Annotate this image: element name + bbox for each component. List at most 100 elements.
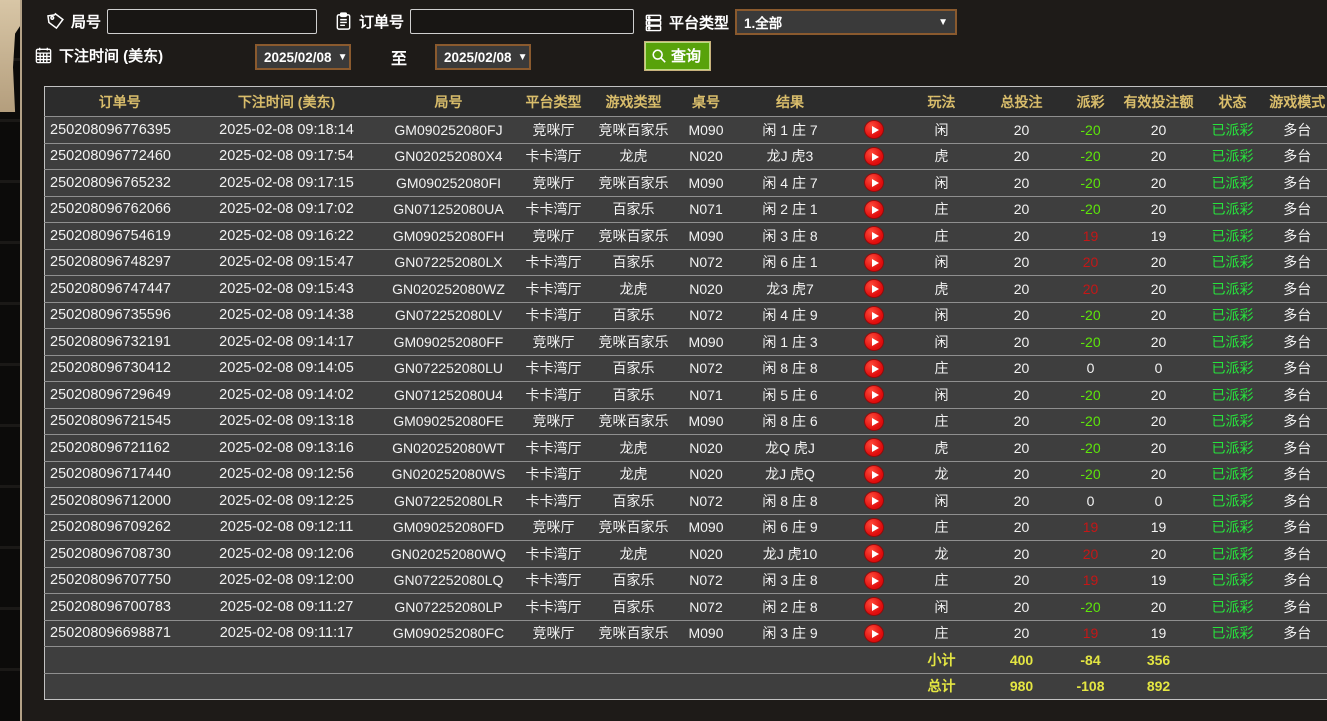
round-label: 局号 <box>71 14 102 31</box>
cell-order-no: 250208096732191 <box>44 328 195 355</box>
cell-platform: 卡卡湾厅 <box>518 593 589 620</box>
cell-game-mode: 多台 <box>1267 460 1327 488</box>
play-video-icon[interactable] <box>864 438 884 458</box>
cell-bet-time: 2025-02-08 09:11:17 <box>194 619 379 647</box>
col-platform: 平台类型 <box>518 86 589 117</box>
cell-payout: -20 <box>1061 301 1120 329</box>
cell-round-no: GN072252080LQ <box>378 566 519 594</box>
play-video-icon[interactable] <box>864 491 884 511</box>
cell-game-mode: 多台 <box>1267 301 1327 329</box>
cell-replay <box>846 142 902 170</box>
search-button-label: 查询 <box>671 48 702 65</box>
cell-order-no: 250208096707750 <box>44 566 195 594</box>
cell-game-mode: 多台 <box>1267 513 1327 541</box>
play-video-icon[interactable] <box>864 517 884 537</box>
cell-payout: -20 <box>1061 169 1120 196</box>
cell-order-no: 250208096776395 <box>44 116 195 143</box>
play-video-icon[interactable] <box>864 385 884 405</box>
cell-table-no: M090 <box>678 513 734 541</box>
cell-replay <box>846 275 902 302</box>
cell-play: 虎 <box>901 434 982 461</box>
play-video-icon[interactable] <box>864 411 884 431</box>
table-header-row: 订单号 下注时间 (美东) 局号 平台类型 游戏类型 桌号 结果 玩法 总投注 … <box>44 86 1327 117</box>
play-video-icon[interactable] <box>864 623 884 643</box>
col-total-bet: 总投注 <box>981 86 1062 117</box>
play-video-icon[interactable] <box>864 279 884 299</box>
cell-replay <box>846 566 902 594</box>
cell-game-mode: 多台 <box>1267 381 1327 408</box>
cell-platform: 卡卡湾厅 <box>518 301 589 329</box>
cell-status: 已派彩 <box>1197 301 1268 329</box>
play-video-icon[interactable] <box>864 120 884 140</box>
cell-platform: 竞咪厅 <box>518 619 589 647</box>
cell-valid-bet: 0 <box>1119 354 1198 382</box>
cell-payout: 19 <box>1061 222 1120 249</box>
cell-total-bet: 20 <box>981 354 1062 382</box>
play-video-icon[interactable] <box>864 358 884 378</box>
play-video-icon[interactable] <box>864 570 884 590</box>
cell-platform: 卡卡湾厅 <box>518 566 589 594</box>
date-from-select[interactable]: 2025/02/08 ▼ <box>255 44 351 70</box>
cell-payout: -20 <box>1061 142 1120 170</box>
cell-platform: 竞咪厅 <box>518 513 589 541</box>
cell-payout: 19 <box>1061 513 1120 541</box>
cell-game-type: 竞咪百家乐 <box>588 222 679 249</box>
cell-status: 已派彩 <box>1197 434 1268 461</box>
cell-result: 龙J 虎3 <box>733 142 847 170</box>
round-input[interactable] <box>107 9 318 34</box>
cell-payout: 20 <box>1061 540 1120 567</box>
cell-payout: -20 <box>1061 460 1120 488</box>
col-payout: 派彩 <box>1061 86 1120 117</box>
cell-order-no: 250208096754619 <box>44 222 195 249</box>
order-input[interactable] <box>410 9 635 34</box>
cell-game-type: 百家乐 <box>588 354 679 382</box>
cell-game-type: 百家乐 <box>588 566 679 594</box>
play-video-icon[interactable] <box>864 226 884 246</box>
cell-game-type: 龙虎 <box>588 275 679 302</box>
cell-bet-time: 2025-02-08 09:13:16 <box>194 434 379 461</box>
play-video-icon[interactable] <box>864 173 884 193</box>
date-to-select[interactable]: 2025/02/08 ▼ <box>435 44 531 70</box>
cell-total-bet: 20 <box>981 301 1062 329</box>
cell-platform: 竞咪厅 <box>518 328 589 355</box>
cell-platform: 竞咪厅 <box>518 222 589 249</box>
subtotal-label: 小计 <box>901 646 982 673</box>
cell-result: 龙Q 虎J <box>733 434 847 461</box>
cell-game-type: 百家乐 <box>588 301 679 329</box>
cell-order-no: 250208096762066 <box>44 195 195 223</box>
platform-select[interactable]: 1.全部 ▼ <box>735 9 958 35</box>
cell-order-no: 250208096721162 <box>44 434 195 461</box>
cell-total-bet: 20 <box>981 434 1062 461</box>
cell-play: 庄 <box>901 222 982 249</box>
cell-result: 龙J 虎10 <box>733 540 847 567</box>
play-video-icon[interactable] <box>864 332 884 352</box>
cell-replay <box>846 195 902 223</box>
play-video-icon[interactable] <box>864 305 884 325</box>
cell-status: 已派彩 <box>1197 487 1268 514</box>
order-row: 250208096748297 2025-02-08 09:15:47 GN07… <box>44 248 1327 276</box>
cell-bet-time: 2025-02-08 09:14:17 <box>194 328 379 355</box>
server-stack-icon <box>644 13 663 32</box>
order-row: 250208096712000 2025-02-08 09:12:25 GN07… <box>44 487 1327 514</box>
cell-result: 闲 3 庄 9 <box>733 619 847 647</box>
cell-result: 闲 8 庄 6 <box>733 407 847 435</box>
cell-payout: -20 <box>1061 593 1120 620</box>
play-video-icon[interactable] <box>864 146 884 166</box>
play-video-icon[interactable] <box>864 544 884 564</box>
search-button[interactable]: 查询 <box>644 41 712 71</box>
play-video-icon[interactable] <box>864 464 884 484</box>
cell-order-no: 250208096748297 <box>44 248 195 276</box>
cell-order-no: 250208096721545 <box>44 407 195 435</box>
cell-play: 闲 <box>901 301 982 329</box>
cell-table-no: N072 <box>678 593 734 620</box>
cell-payout: 0 <box>1061 354 1120 382</box>
cell-replay <box>846 540 902 567</box>
cell-result: 闲 1 庄 7 <box>733 116 847 143</box>
cell-valid-bet: 20 <box>1119 460 1198 488</box>
cell-payout: -20 <box>1061 434 1120 461</box>
play-video-icon[interactable] <box>864 252 884 272</box>
cell-replay <box>846 301 902 329</box>
play-video-icon[interactable] <box>864 597 884 617</box>
play-video-icon[interactable] <box>864 199 884 219</box>
subtotal-row: 小计 400 -84 356 <box>44 646 1327 673</box>
